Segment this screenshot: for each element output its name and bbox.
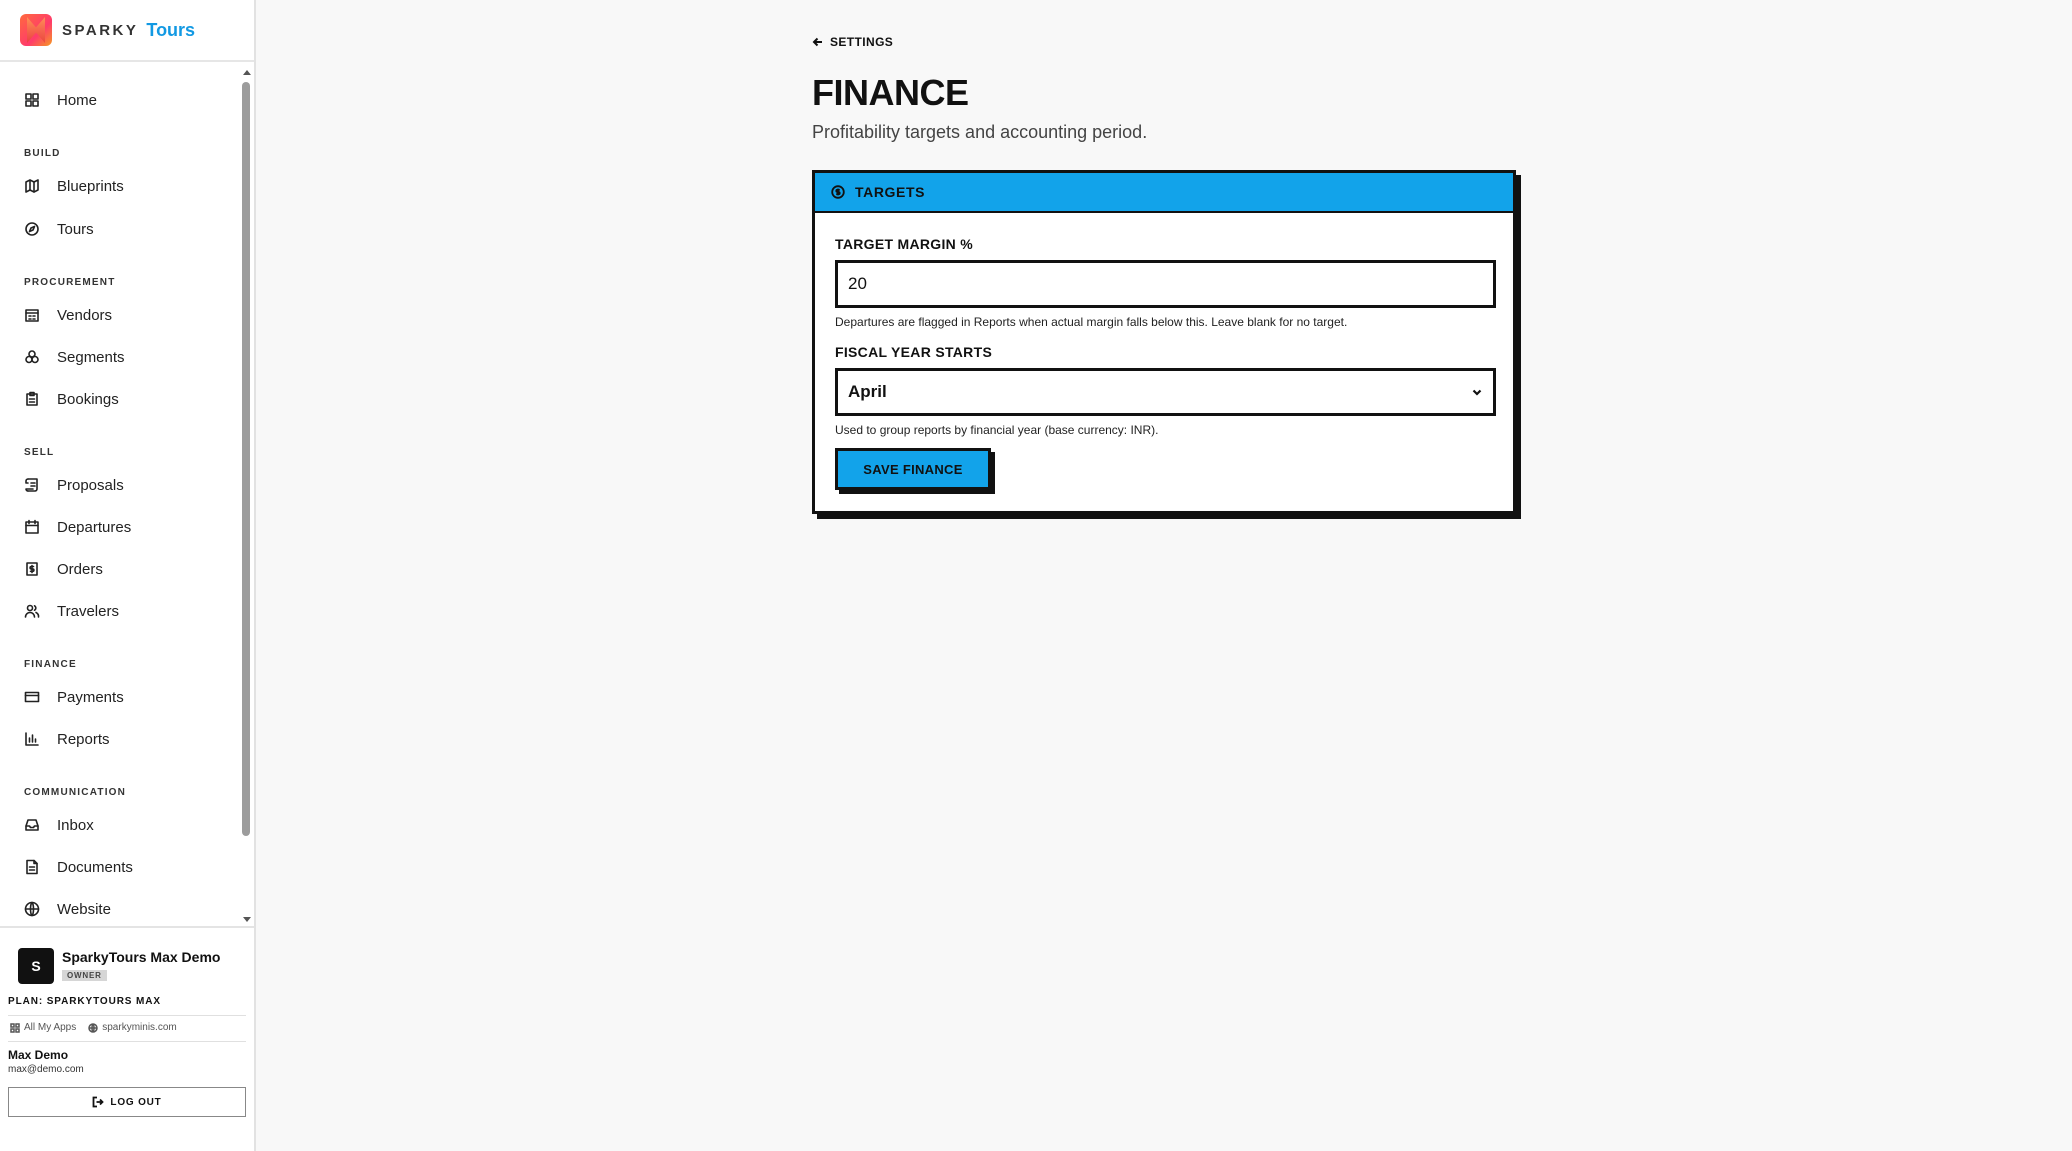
logout-label: LOG OUT — [110, 1096, 162, 1108]
sidebar-item-segments[interactable]: Segments — [24, 342, 125, 372]
org-switcher[interactable]: S SparkyTours Max Demo OWNER — [18, 948, 246, 984]
org-avatar: S — [18, 948, 54, 984]
sidebar-nav: Home BUILD Blueprints Tours PROCUREMENT … — [0, 66, 240, 926]
segments-icon — [25, 350, 39, 364]
sidebar-item-website[interactable]: Website — [24, 894, 111, 924]
sidebar-item-label: Vendors — [57, 306, 113, 324]
sidebar-item-label: Website — [57, 900, 111, 918]
sidebar-item-label: Documents — [57, 858, 133, 876]
scrollbar-thumb[interactable] — [242, 82, 250, 836]
arrow-left-icon — [812, 37, 822, 47]
brand-product: Tours — [146, 19, 196, 40]
sidebar-item-label: Inbox — [57, 816, 94, 834]
globe-icon — [24, 901, 40, 917]
target-margin-label: TARGET MARGIN % — [835, 236, 974, 252]
fiscal-year-value: April — [848, 382, 887, 401]
sidebar-item-label: Travelers — [57, 602, 119, 620]
footer-links: All My Apps sparkyminis.com — [8, 1016, 246, 1042]
scroll-icon — [25, 478, 38, 492]
clipboard-icon — [26, 391, 38, 406]
sidebar-item-label: Blueprints — [57, 177, 124, 195]
org-name: SparkyTours Max Demo — [62, 949, 221, 965]
save-finance-button[interactable]: SAVE FINANCE — [835, 448, 991, 490]
sidebar-item-orders[interactable]: Orders — [24, 554, 103, 584]
sidebar-item-payments[interactable]: Payments — [24, 682, 124, 712]
site-label: sparkyminis.com — [102, 1022, 177, 1033]
globe-icon — [88, 1022, 98, 1033]
account-panel: S SparkyTours Max Demo OWNER PLAN: SPARK… — [0, 926, 254, 1117]
page-subtitle: Profitability targets and accounting per… — [812, 122, 1148, 142]
sidebar-item-proposals[interactable]: Proposals — [24, 470, 124, 500]
user-name: Max Demo — [8, 1048, 69, 1062]
page-title: FINANCE — [812, 72, 969, 113]
sidebar-item-documents[interactable]: Documents — [24, 852, 133, 882]
all-apps-link[interactable]: All My Apps — [10, 1022, 76, 1033]
sidebar-scrollbar[interactable] — [240, 66, 254, 926]
fiscal-year-hint: Used to group reports by financial year … — [835, 423, 1159, 437]
users-icon — [24, 604, 40, 618]
fiscal-year-select[interactable]: April — [835, 368, 1496, 416]
sidebar-item-label: Home — [57, 91, 98, 109]
sidebar-item-label: Departures — [57, 518, 132, 536]
sidebar-item-departures[interactable]: Departures — [24, 512, 131, 542]
building-icon — [25, 309, 39, 322]
sidebar-item-tours[interactable]: Tours — [24, 214, 94, 244]
sidebar-item-blueprints[interactable]: Blueprints — [24, 171, 124, 201]
chevron-down-icon — [1472, 389, 1482, 396]
section-finance: FINANCE — [24, 659, 77, 670]
all-apps-label: All My Apps — [24, 1022, 77, 1033]
section-communication: COMMUNICATION — [24, 787, 127, 798]
file-text-icon — [26, 859, 38, 875]
back-to-settings-link[interactable]: SETTINGS — [812, 35, 893, 49]
card-title: TARGETS — [855, 184, 926, 200]
section-sell: SELL — [24, 447, 55, 458]
map-icon — [25, 179, 39, 193]
compass-icon — [25, 222, 39, 236]
brand[interactable]: SPARKY Tours — [0, 0, 254, 62]
scroll-up-icon[interactable] — [243, 70, 251, 75]
inbox-icon — [25, 819, 39, 831]
fiscal-year-label: FISCAL YEAR STARTS — [835, 344, 993, 360]
role-badge: OWNER — [62, 970, 107, 981]
target-margin-input[interactable]: 20 — [835, 260, 1496, 308]
sidebar-item-inbox[interactable]: Inbox — [24, 810, 94, 840]
sidebar-item-label: Proposals — [57, 476, 124, 494]
grid-icon — [25, 93, 39, 107]
credit-card-icon — [24, 691, 40, 703]
sidebar-item-label: Reports — [57, 730, 110, 748]
sparky-logo-icon — [20, 14, 52, 46]
brand-word: SPARKY — [62, 21, 139, 39]
logout-icon — [93, 1096, 105, 1108]
sidebar-item-reports[interactable]: Reports — [24, 724, 110, 754]
sidebar-item-label: Tours — [57, 220, 94, 238]
sidebar-item-label: Bookings — [57, 390, 119, 408]
calendar-icon — [25, 519, 39, 534]
site-link[interactable]: sparkyminis.com — [88, 1022, 177, 1033]
scroll-down-icon[interactable] — [243, 917, 251, 922]
sidebar-item-travelers[interactable]: Travelers — [24, 596, 119, 626]
sidebar-item-label: Payments — [57, 688, 124, 706]
card-header: TARGETS — [815, 173, 1513, 213]
receipt-dollar-icon — [26, 562, 38, 576]
dollar-circle-icon — [831, 185, 845, 199]
sidebar-item-vendors[interactable]: Vendors — [24, 300, 112, 330]
sidebar-item-home[interactable]: Home — [24, 85, 97, 115]
section-build: BUILD — [24, 148, 61, 159]
section-procurement: PROCUREMENT — [24, 277, 116, 288]
grid-icon — [10, 1022, 20, 1033]
bar-chart-icon — [25, 732, 39, 746]
targets-card: TARGETS TARGET MARGIN % 20 Departures ar… — [812, 170, 1516, 514]
user-email: max@demo.com — [8, 1064, 84, 1075]
logout-button[interactable]: LOG OUT — [8, 1087, 246, 1117]
sidebar-item-label: Orders — [57, 560, 103, 578]
back-label: SETTINGS — [830, 35, 894, 49]
target-margin-hint: Departures are flagged in Reports when a… — [835, 315, 1348, 329]
target-margin-value: 20 — [848, 274, 867, 293]
sidebar: SPARKY Tours Home BUILD Blueprints Tours… — [0, 0, 256, 1151]
plan-label: PLAN: SPARKYTOURS MAX — [8, 996, 246, 1016]
sidebar-item-bookings[interactable]: Bookings — [24, 384, 119, 414]
sidebar-item-label: Segments — [57, 348, 125, 366]
